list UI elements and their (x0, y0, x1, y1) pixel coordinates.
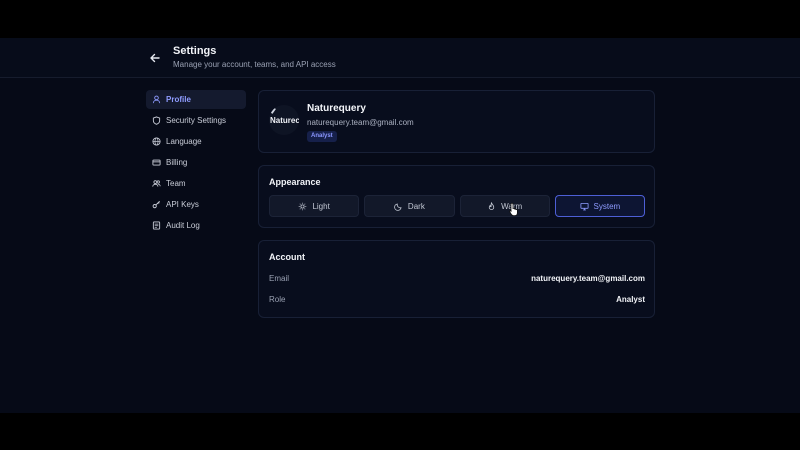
shield-icon (151, 116, 161, 126)
user-icon (151, 95, 161, 105)
theme-label: Light (312, 201, 330, 211)
sidebar-item-audit-log[interactable]: Audit Log (146, 216, 246, 235)
page-subtitle: Manage your account, teams, and API acce… (173, 60, 336, 69)
letterbox-bottom (0, 413, 800, 450)
back-button[interactable] (147, 50, 163, 66)
theme-dark-button[interactable]: Dark (364, 195, 455, 217)
monitor-icon (580, 202, 589, 211)
theme-warm-button[interactable]: Warm (459, 195, 550, 217)
sidebar-item-label: Team (166, 179, 186, 188)
theme-light-button[interactable]: Light (269, 195, 360, 217)
flame-icon (487, 201, 496, 211)
credit-card-icon (151, 158, 161, 168)
account-key: Email (269, 274, 290, 283)
account-value: Analyst (616, 295, 645, 304)
sidebar-item-team[interactable]: Team (146, 174, 246, 193)
key-icon (151, 200, 161, 210)
sidebar-item-label: Language (166, 137, 202, 146)
sidebar-item-label: Profile (166, 95, 191, 104)
theme-label: Dark (407, 201, 425, 211)
avatar: Naturec (269, 105, 299, 135)
sidebar-item-profile[interactable]: Profile (146, 90, 246, 109)
sidebar-item-label: Audit Log (166, 221, 200, 230)
theme-system-button[interactable]: System (554, 195, 645, 217)
theme-label: System (593, 201, 621, 211)
logo-mark-icon (270, 107, 280, 117)
globe-icon (151, 137, 161, 147)
account-title: Account (269, 252, 305, 262)
account-row-email: Email naturequery.team@gmail.com (269, 274, 645, 283)
sidebar-item-language[interactable]: Language (146, 132, 246, 151)
users-icon (151, 179, 161, 189)
sun-icon (298, 202, 307, 211)
sidebar-item-api-keys[interactable]: API Keys (146, 195, 246, 214)
arrow-left-icon (150, 53, 160, 63)
moon-icon (394, 202, 403, 211)
sidebar-item-billing[interactable]: Billing (146, 153, 246, 172)
sidebar-item-label: Security Settings (166, 116, 227, 125)
mouse-pointer-icon (509, 202, 519, 217)
sidebar-item-label: API Keys (166, 200, 199, 209)
role-badge: Analyst (307, 131, 337, 142)
sidebar: Profile Security Settings Language Billi… (146, 90, 246, 237)
appearance-title: Appearance (269, 177, 321, 187)
account-value: naturequery.team@gmail.com (531, 274, 645, 283)
letterbox-top (0, 0, 800, 38)
log-icon (151, 221, 161, 231)
profile-name: Naturequery (307, 103, 366, 114)
header: Settings Manage your account, teams, and… (0, 38, 800, 78)
profile-email: naturequery.team@gmail.com (307, 118, 414, 127)
account-card: Account Email naturequery.team@gmail.com… (258, 240, 655, 318)
account-key: Role (269, 295, 286, 304)
avatar-text: Naturec (270, 116, 299, 125)
profile-card: Naturec Naturequery naturequery.team@gma… (258, 90, 655, 153)
sidebar-item-label: Billing (166, 158, 188, 167)
page-title: Settings (173, 45, 217, 57)
settings-app: Settings Manage your account, teams, and… (0, 38, 800, 413)
account-row-role: Role Analyst (269, 295, 645, 304)
theme-options: Light Dark Warm System (269, 195, 645, 217)
sidebar-item-security-settings[interactable]: Security Settings (146, 111, 246, 130)
appearance-card: Appearance Light Dark Warm (258, 165, 655, 228)
